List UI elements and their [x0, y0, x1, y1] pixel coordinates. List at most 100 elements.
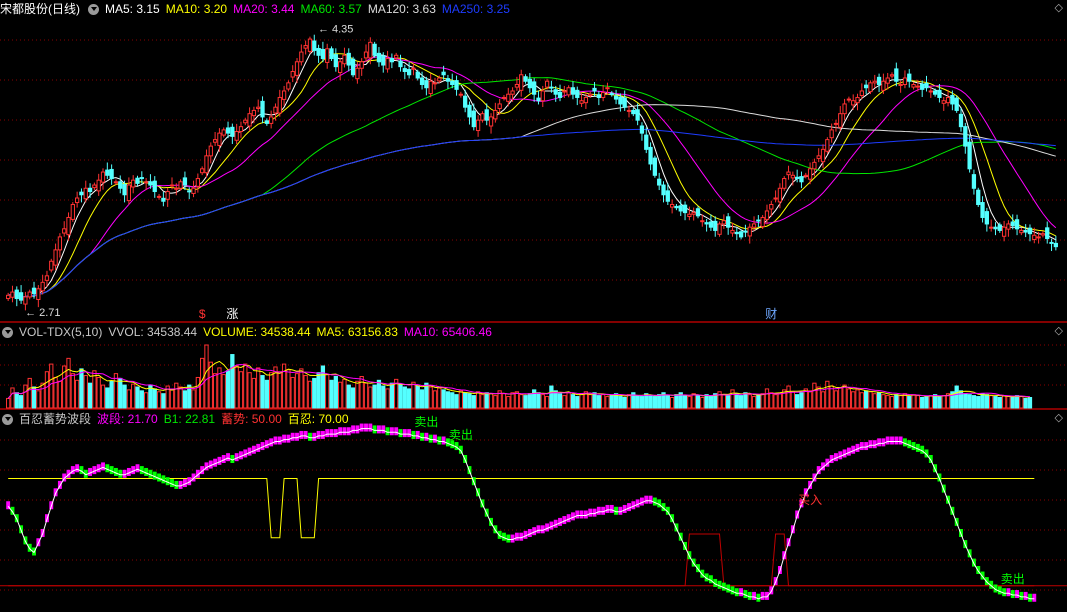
candle-body — [652, 157, 658, 176]
candle-body — [424, 80, 429, 89]
wave-bar — [226, 453, 230, 462]
volume-bar — [75, 379, 80, 409]
candle-body — [92, 184, 97, 189]
volume-bar — [389, 382, 395, 409]
dropdown-icon[interactable] — [2, 327, 13, 338]
candle-body — [544, 80, 550, 88]
volume-bar — [984, 394, 989, 409]
wave-bar — [609, 504, 614, 513]
wave-bar — [579, 510, 584, 519]
volume-bar — [368, 386, 373, 409]
candle-body — [894, 68, 899, 82]
volume-bar — [532, 389, 537, 409]
candle-body — [471, 110, 476, 128]
candle-body — [87, 187, 93, 193]
candle-body — [113, 181, 119, 184]
candle-body — [562, 90, 567, 93]
volume-bar — [363, 382, 369, 409]
volume-bar — [734, 393, 739, 409]
volume-bar — [6, 397, 11, 409]
wave-bar — [316, 430, 321, 439]
candle-body — [208, 145, 213, 157]
candle-body — [372, 43, 377, 56]
volume-bar — [911, 394, 916, 409]
volume-bar — [596, 395, 601, 409]
dropdown-icon[interactable] — [88, 4, 99, 15]
volume-bar — [786, 385, 791, 409]
volume-bar — [557, 393, 563, 409]
collapse-icon[interactable]: ◇ — [1055, 1, 1063, 14]
candle-body — [230, 126, 235, 137]
buy-signal: 买入 — [798, 493, 822, 507]
volume-bar — [355, 380, 360, 409]
collapse-icon[interactable]: ◇ — [1055, 411, 1063, 424]
candle-body — [997, 224, 1002, 231]
candle-body — [204, 155, 209, 174]
candle-body — [454, 80, 459, 90]
ma-label-0: MA5: 3.15 — [105, 2, 160, 16]
candle-body — [846, 98, 852, 101]
candle-body — [695, 208, 701, 217]
volume-bar — [967, 394, 972, 409]
wave-bar — [299, 430, 304, 439]
candle-body — [359, 61, 364, 69]
candle-body — [700, 220, 705, 223]
volume-bar — [626, 394, 632, 409]
candle-body — [1010, 221, 1015, 227]
candle-body — [1027, 227, 1033, 235]
event-marker: 财 — [765, 307, 777, 321]
volume-bar — [109, 380, 114, 409]
candle-body — [566, 87, 571, 96]
wave-bar — [424, 432, 429, 441]
volume-bar — [644, 393, 649, 409]
candle-body — [277, 96, 282, 114]
candle-body — [480, 113, 485, 121]
wave-bar — [381, 425, 386, 434]
candle-body — [553, 89, 558, 95]
volume-bar — [618, 396, 623, 409]
wave-bar — [303, 430, 308, 439]
candle-body — [1014, 219, 1020, 230]
candle-body — [989, 226, 994, 229]
volume-bar — [549, 385, 554, 409]
candle-body — [726, 216, 731, 228]
volume-bar — [342, 378, 347, 409]
volume-bar — [381, 385, 386, 409]
dropdown-icon[interactable] — [2, 414, 13, 425]
indicator-label-0: 波段: 21.70 — [97, 412, 158, 426]
volume-bar — [234, 365, 239, 409]
candle-body — [475, 119, 481, 132]
volume-bar — [463, 392, 468, 409]
volume-bar — [372, 384, 377, 409]
event-marker: $ — [199, 307, 206, 321]
candle-body — [708, 221, 714, 228]
volume-bar — [799, 392, 804, 409]
candle-body — [6, 294, 11, 300]
candle-body — [644, 134, 649, 150]
candle-body — [174, 187, 179, 190]
volume-bar — [325, 374, 330, 409]
candle-body — [161, 197, 166, 202]
candle-body — [984, 211, 989, 225]
volume-bar — [769, 392, 774, 409]
volume-bar — [415, 385, 420, 409]
candle-body — [325, 48, 330, 63]
candle-body — [769, 203, 774, 210]
candle-body — [514, 83, 520, 88]
volume-bar — [294, 373, 300, 409]
volume-bar — [152, 388, 157, 409]
candle-body — [540, 90, 545, 102]
volume-bar — [178, 386, 183, 409]
wave-bar — [859, 442, 864, 451]
candle-body — [993, 226, 998, 230]
candle-body — [782, 178, 787, 189]
volume-bar — [1019, 396, 1024, 409]
volume-bar — [18, 395, 24, 409]
candle-body — [536, 97, 541, 102]
volume-bar — [329, 379, 334, 409]
collapse-icon[interactable]: ◇ — [1055, 324, 1063, 337]
candle-body — [493, 109, 498, 120]
ma-label-group: MA5: 3.15 MA10: 3.20 MA20: 3.44 MA60: 3.57 M… — [105, 2, 516, 16]
candle-body — [838, 113, 843, 128]
price-header: 宋都股份(日线) MA5: 3.15 MA10: 3.20 MA20: 3.44 MA6… — [0, 1, 522, 17]
